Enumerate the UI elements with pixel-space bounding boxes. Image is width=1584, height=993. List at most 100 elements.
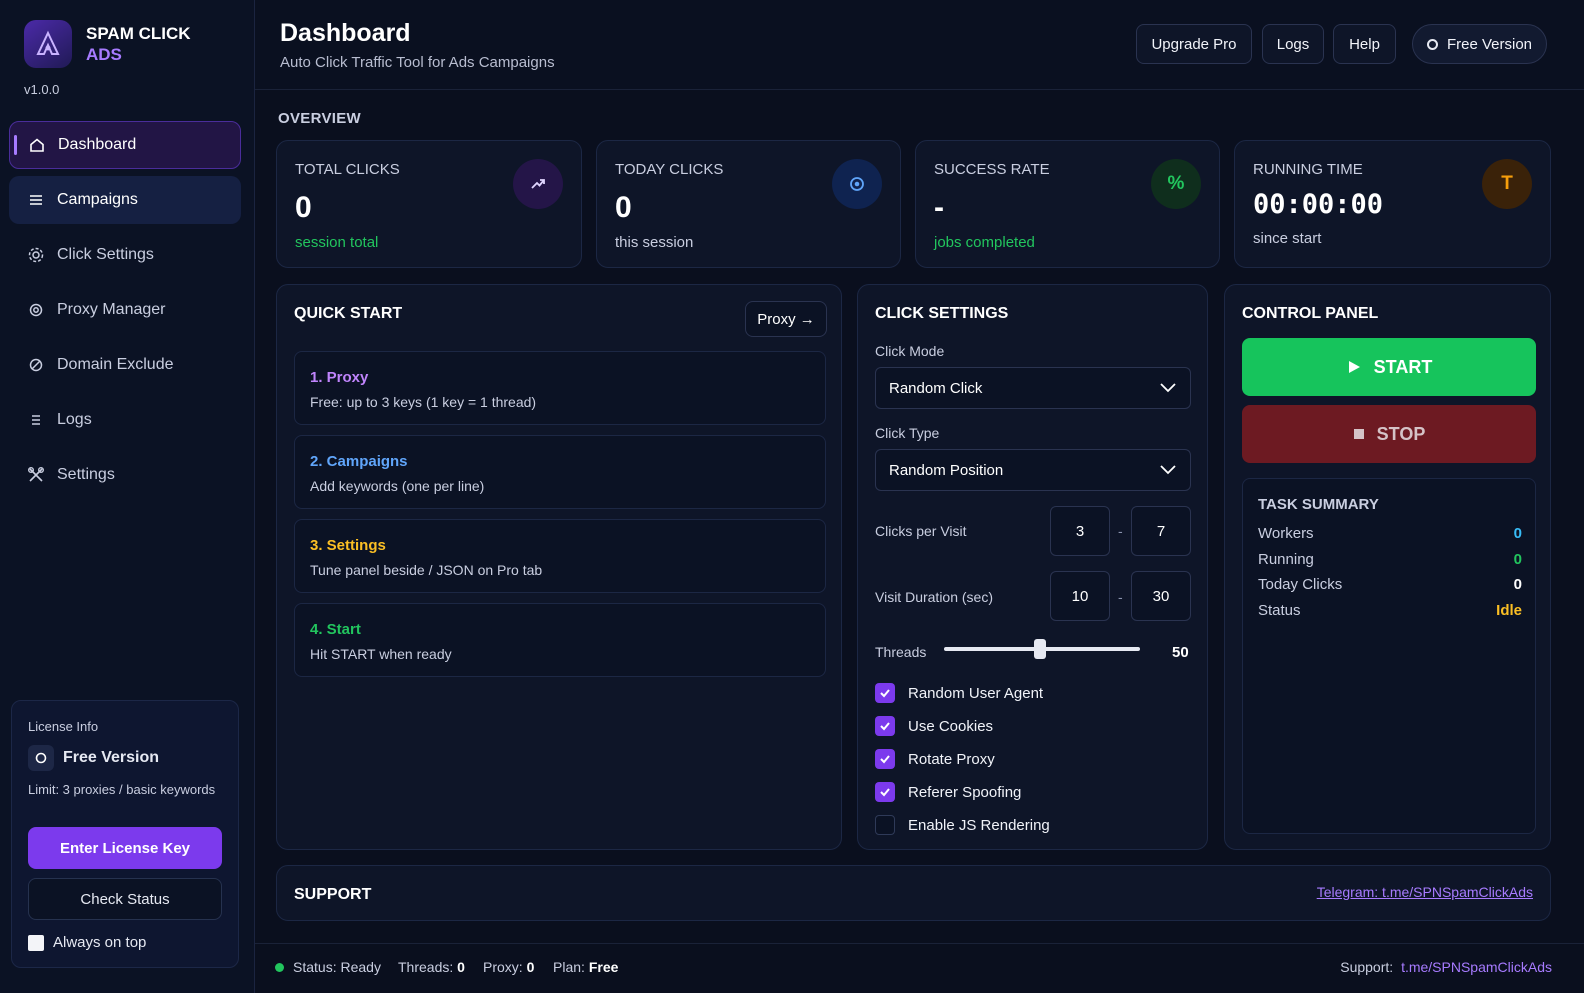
clicks-max-input[interactable]: 7 — [1131, 506, 1191, 556]
page-title: Dashboard — [280, 19, 411, 47]
telegram-link[interactable]: Telegram: t.me/SPNSpamClickAds — [1317, 884, 1533, 900]
checkbox-label: Enable JS Rendering — [908, 816, 1050, 834]
sidebar-item-label: Logs — [57, 411, 92, 428]
status-threads: Threads: 0 — [398, 959, 465, 975]
summary-value: 0 — [1513, 551, 1522, 568]
duration-max-input[interactable]: 30 — [1131, 571, 1191, 621]
timer-icon: T — [1482, 159, 1532, 209]
chevron-down-icon — [1159, 463, 1177, 481]
license-version-label: Free Version — [63, 749, 160, 766]
step-title: 4. Start — [310, 621, 361, 638]
sidebar-item-logs[interactable]: Logs — [9, 396, 241, 444]
referer-spoofing-checkbox[interactable]: Referer Spoofing — [875, 782, 1021, 802]
click-type-label: Click Type — [875, 425, 940, 441]
logs-button[interactable]: Logs — [1262, 24, 1324, 64]
home-icon — [28, 136, 46, 154]
gear-icon — [27, 246, 45, 264]
click-mode-value: Random Click — [889, 379, 983, 397]
stop-button[interactable]: STOP — [1242, 405, 1536, 463]
brand-name: SPAM CLICK ADS — [86, 23, 191, 65]
status-text: Status: Ready — [293, 959, 381, 975]
step-title: 2. Campaigns — [310, 453, 408, 470]
click-type-select[interactable]: Random Position — [875, 449, 1191, 491]
stat-sub: since start — [1253, 230, 1322, 247]
task-summary-title: TASK SUMMARY — [1258, 496, 1379, 513]
app-version: v1.0.0 — [24, 82, 60, 97]
sidebar-item-label: Settings — [57, 466, 115, 483]
check-icon — [875, 749, 895, 769]
duration-min-input[interactable]: 10 — [1050, 571, 1110, 621]
control-panel-title: CONTROL PANEL — [1242, 305, 1379, 322]
enable-js-rendering-checkbox[interactable]: Enable JS Rendering — [875, 815, 1050, 835]
stat-sub: session total — [295, 234, 379, 251]
target-icon — [27, 301, 45, 319]
task-summary: TASK SUMMARY Workers 0 Running 0 Today C… — [1242, 478, 1536, 834]
check-icon — [875, 782, 895, 802]
use-cookies-checkbox[interactable]: Use Cookies — [875, 716, 993, 736]
step-campaigns[interactable]: 2. Campaigns Add keywords (one per line) — [294, 435, 826, 509]
circle-icon — [28, 745, 54, 771]
support-title: SUPPORT — [294, 886, 372, 903]
clicks-per-visit-label: Clicks per Visit — [875, 523, 967, 539]
step-title: 3. Settings — [310, 537, 386, 554]
lines-icon — [27, 411, 45, 429]
start-button[interactable]: START — [1242, 338, 1536, 396]
upgrade-pro-button[interactable]: Upgrade Pro — [1136, 24, 1252, 64]
threads-label: Threads — [875, 644, 927, 660]
status-support-link[interactable]: t.me/SPNSpamClickAds — [1401, 959, 1552, 975]
stat-sub: this session — [615, 234, 694, 251]
sidebar-item-label: Dashboard — [58, 136, 137, 153]
status-proxy-label: Proxy: — [483, 959, 523, 975]
rotate-proxy-checkbox[interactable]: Rotate Proxy — [875, 749, 995, 769]
status-threads-value: 0 — [457, 959, 465, 975]
quick-start-title: QUICK START — [294, 305, 403, 322]
sidebar-item-dashboard[interactable]: Dashboard — [9, 121, 241, 169]
checkbox-box — [875, 815, 895, 835]
start-label: START — [1373, 356, 1433, 377]
step-desc: Tune panel beside / JSON on Pro tab — [310, 562, 543, 578]
list-icon — [27, 191, 45, 209]
summary-key: Running — [1258, 551, 1314, 568]
always-on-top-toggle[interactable]: Always on top — [28, 934, 146, 951]
help-button[interactable]: Help — [1333, 24, 1396, 64]
header: Dashboard Auto Click Traffic Tool for Ad… — [255, 0, 1584, 90]
license-limit: Limit: 3 proxies / basic keywords — [28, 782, 216, 797]
step-start[interactable]: 4. Start Hit START when ready — [294, 603, 826, 677]
stat-card-success-rate: SUCCESS RATE - jobs completed % — [915, 140, 1220, 268]
proxy-nav-button[interactable]: Proxy → — [745, 301, 827, 337]
trending-up-icon — [513, 159, 563, 209]
always-on-top-checkbox[interactable] — [28, 934, 44, 951]
enter-license-key-button[interactable]: Enter License Key — [28, 827, 222, 869]
sidebar-item-proxy-manager[interactable]: Proxy Manager — [9, 286, 241, 334]
license-info-title: License Info — [28, 719, 99, 734]
sidebar-item-campaigns[interactable]: Campaigns — [9, 176, 241, 224]
status-threads-label: Threads: — [398, 959, 454, 975]
stat-title: RUNNING TIME — [1253, 161, 1363, 178]
stat-card-today-clicks: TODAY CLICKS 0 this session — [596, 140, 901, 268]
summary-key: Status — [1258, 602, 1301, 619]
threads-value: 50 — [1172, 644, 1189, 661]
sidebar-item-label: Domain Exclude — [57, 356, 174, 373]
step-proxy[interactable]: 1. Proxy Free: up to 3 keys (1 key = 1 t… — [294, 351, 826, 425]
checkbox-label: Referer Spoofing — [908, 783, 1022, 801]
chevron-down-icon — [1159, 381, 1177, 399]
step-settings[interactable]: 3. Settings Tune panel beside / JSON on … — [294, 519, 826, 593]
check-status-button[interactable]: Check Status — [28, 878, 222, 920]
control-panel: CONTROL PANEL START STOP TASK SUMMARY Wo… — [1224, 284, 1551, 850]
sidebar-item-settings[interactable]: Settings — [9, 451, 241, 499]
status-indicator: Status: Ready — [275, 959, 381, 975]
quick-start-panel: QUICK START Proxy → 1. Proxy Free: up to… — [276, 284, 842, 850]
click-mode-select[interactable]: Random Click — [875, 367, 1191, 409]
threads-slider-handle[interactable] — [1034, 639, 1046, 659]
sidebar-item-click-settings[interactable]: Click Settings — [9, 231, 241, 279]
free-version-badge[interactable]: Free Version — [1412, 24, 1547, 64]
support-panel: SUPPORT Telegram: t.me/SPNSpamClickAds — [276, 865, 1551, 921]
play-icon — [1348, 361, 1360, 373]
status-plan-label: Plan: — [553, 959, 585, 975]
stat-card-running-time: RUNNING TIME 00:00:00 since start T — [1234, 140, 1551, 268]
sidebar-item-domain-exclude[interactable]: Domain Exclude — [9, 341, 241, 389]
click-settings-title: CLICK SETTINGS — [875, 305, 1009, 322]
clicks-min-input[interactable]: 3 — [1050, 506, 1110, 556]
license-version: Free Version — [28, 745, 159, 771]
random-user-agent-checkbox[interactable]: Random User Agent — [875, 683, 1043, 703]
